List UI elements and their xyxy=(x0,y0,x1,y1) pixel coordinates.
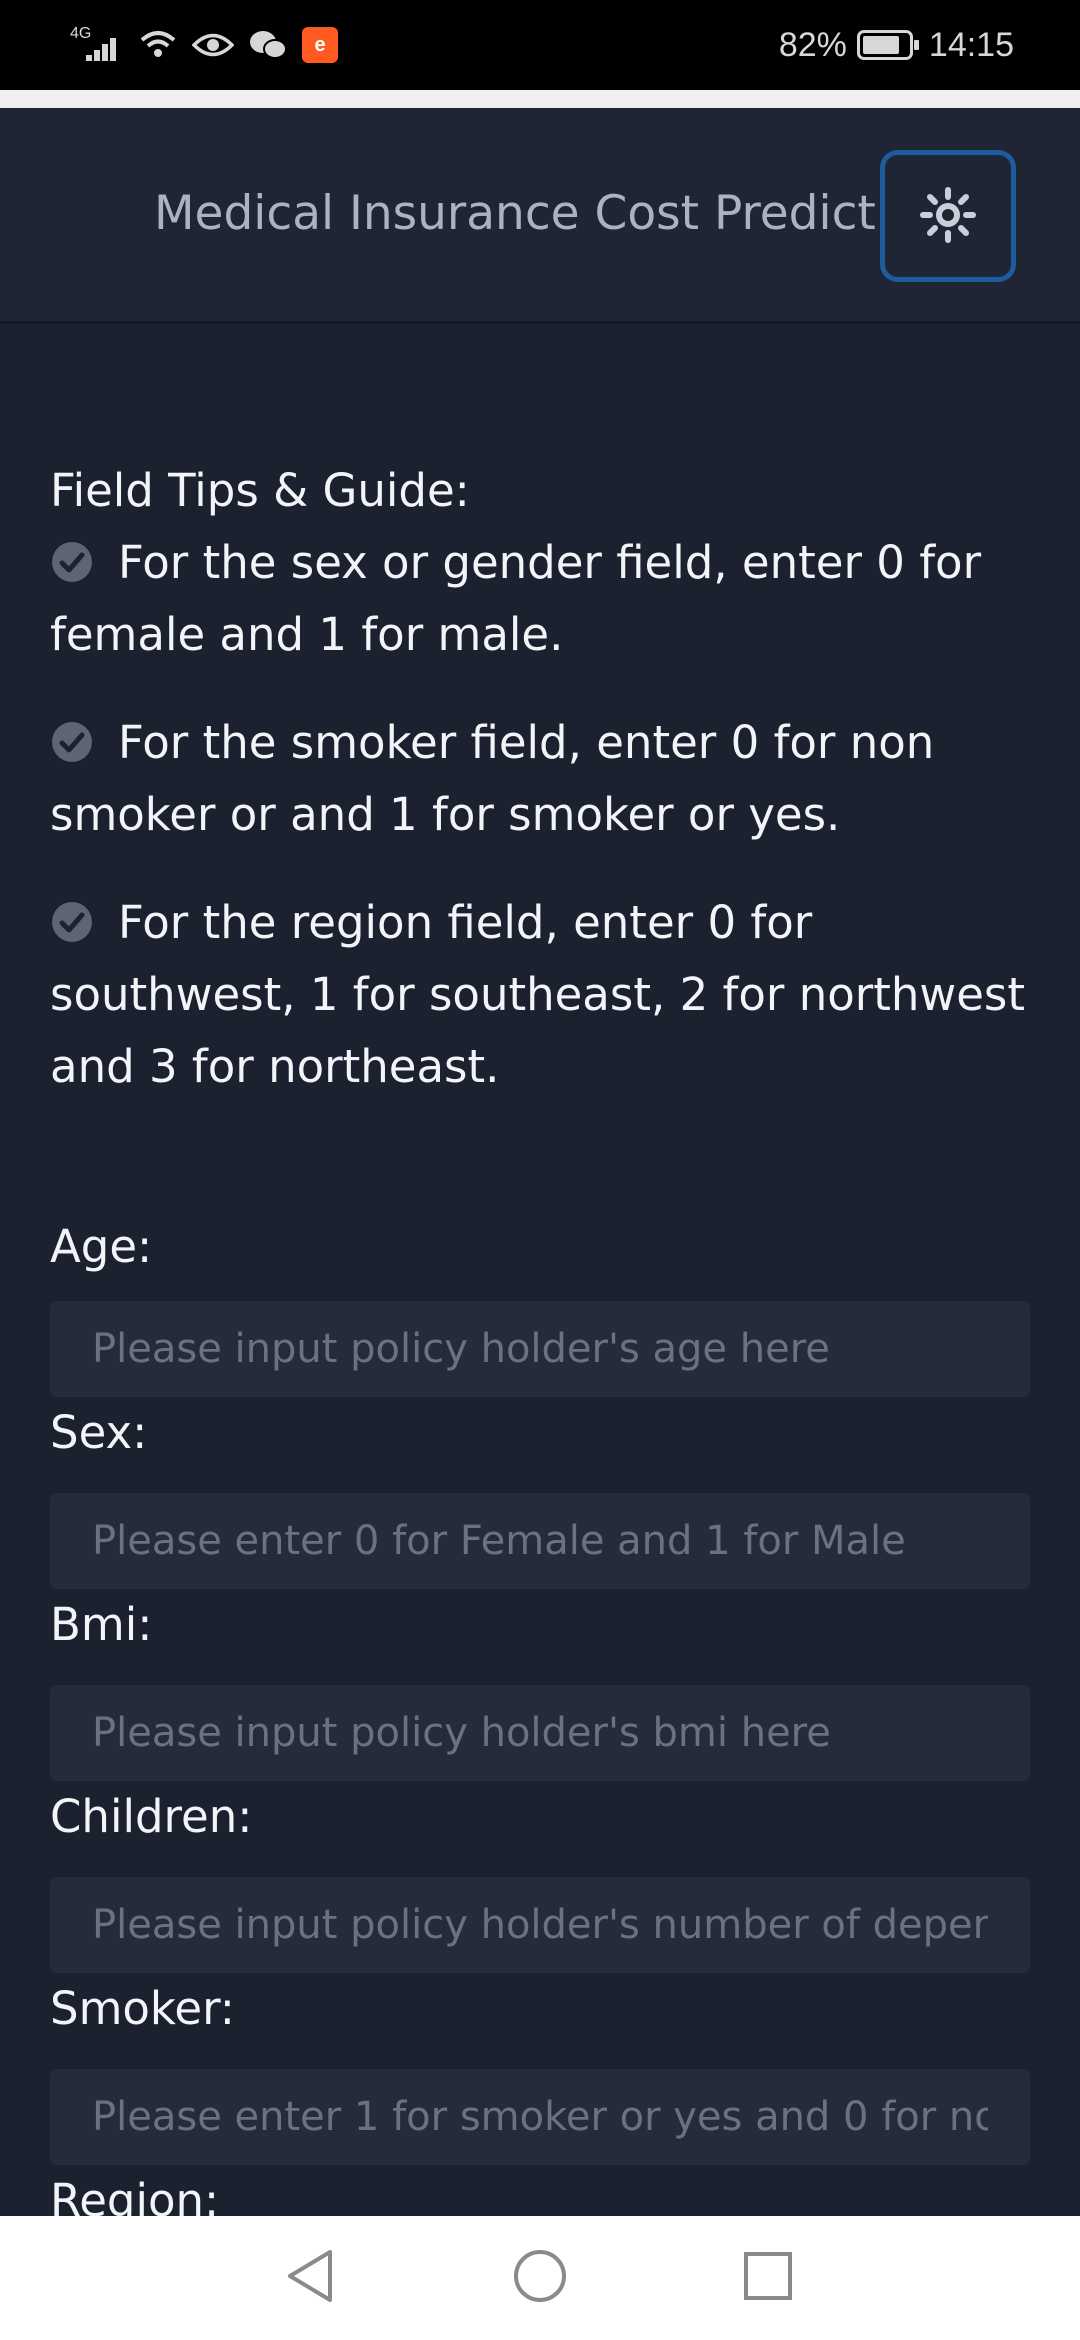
app-notification-icon: e xyxy=(302,27,338,63)
back-button[interactable] xyxy=(282,2246,338,2310)
status-icons-right: 82% 14:15 xyxy=(779,22,1014,68)
header-top-strip xyxy=(0,90,1080,108)
recents-button[interactable] xyxy=(740,2246,796,2310)
sex-label: Sex: xyxy=(50,1406,148,1459)
network-type: 4G xyxy=(70,25,92,42)
status-icons-left: 4G e xyxy=(68,22,338,68)
cellular-signal-icon: 4G xyxy=(68,25,124,65)
age-label: Age: xyxy=(50,1220,153,1273)
tip-item: For the smoker field, enter 0 for non sm… xyxy=(50,707,1030,851)
tip-text: For the sex or gender field, enter 0 for… xyxy=(50,536,982,661)
bmi-input[interactable] xyxy=(50,1685,1030,1781)
wechat-icon xyxy=(248,28,288,62)
home-button[interactable] xyxy=(510,2246,570,2310)
main-content: Field Tips & Guide: For the sex or gende… xyxy=(50,455,1030,2261)
children-input[interactable] xyxy=(50,1877,1030,1973)
tip-text: For the smoker field, enter 0 for non sm… xyxy=(50,716,935,841)
page-title: Medical Insurance Cost Prediction xyxy=(154,186,948,241)
sun-icon xyxy=(919,186,977,247)
tip-item: For the sex or gender field, enter 0 for… xyxy=(50,527,1030,671)
clock: 14:15 xyxy=(928,25,1014,64)
app-header: Medical Insurance Cost Prediction xyxy=(0,108,1080,324)
tips-title: Field Tips & Guide: xyxy=(50,464,470,517)
age-input[interactable] xyxy=(50,1301,1030,1397)
smoker-label: Smoker: xyxy=(50,1982,235,2035)
battery-icon xyxy=(856,30,919,60)
smoker-input[interactable] xyxy=(50,2069,1030,2165)
eye-icon xyxy=(192,30,234,60)
children-label: Children: xyxy=(50,1790,253,1843)
status-bar: 4G e 82% 14:15 xyxy=(0,0,1080,90)
sex-input[interactable] xyxy=(50,1493,1030,1589)
bmi-label: Bmi: xyxy=(50,1598,153,1651)
check-circle-icon xyxy=(50,713,94,762)
battery-percent: 82% xyxy=(778,25,847,64)
theme-toggle-button[interactable] xyxy=(880,150,1016,282)
tip-text: For the region field, enter 0 for southw… xyxy=(50,896,1025,1093)
check-circle-icon xyxy=(50,893,94,942)
system-nav-bar xyxy=(0,2216,1080,2340)
check-circle-icon xyxy=(50,533,94,582)
tip-item: For the region field, enter 0 for southw… xyxy=(50,887,1030,1103)
wifi-icon xyxy=(138,28,178,62)
